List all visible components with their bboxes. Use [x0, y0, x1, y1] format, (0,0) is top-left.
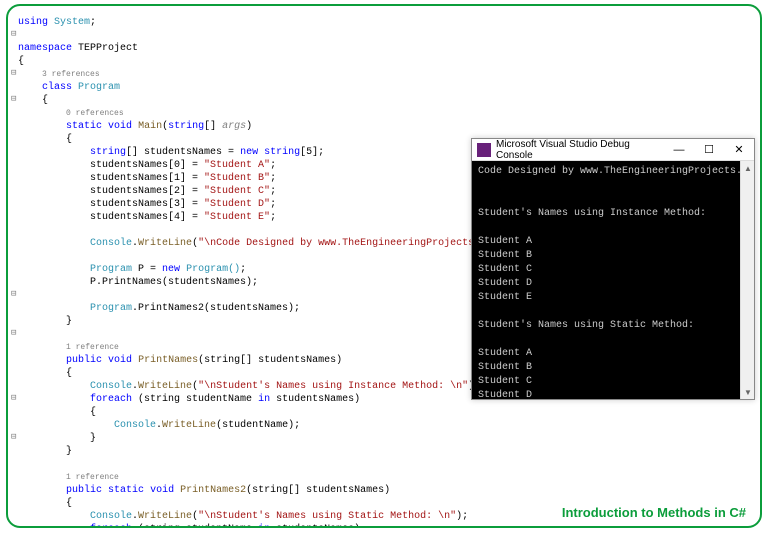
- footer-caption: Introduction to Methods in C#: [562, 505, 746, 520]
- kw-void2: void: [108, 355, 132, 366]
- wl-var: (studentName);: [216, 420, 300, 431]
- out-inst-e: Student E: [478, 292, 532, 303]
- meth-writeline4: WriteLine: [138, 511, 192, 522]
- str-b: "Student B": [204, 173, 270, 184]
- debug-console-window[interactable]: Microsoft Visual Studio Debug Console — …: [471, 138, 755, 400]
- foreach-sig: (string studentName: [132, 394, 258, 405]
- kw-new2: new: [162, 264, 180, 275]
- method-main: Main: [138, 121, 162, 132]
- cls-console3: Console: [114, 420, 156, 431]
- minimize-button[interactable]: —: [664, 139, 694, 160]
- ctor-program: Program(): [186, 264, 240, 275]
- out-inst-a: Student A: [478, 236, 532, 247]
- txt-pvar: P =: [132, 264, 162, 275]
- codelens-1ref-b[interactable]: 1 reference: [66, 473, 119, 482]
- meth-writeline3: WriteLine: [162, 420, 216, 431]
- console-title: Microsoft Visual Studio Debug Console: [496, 139, 664, 161]
- maximize-button[interactable]: ☐: [694, 139, 724, 160]
- cls-console2: Console: [90, 381, 132, 392]
- sym-system: System: [54, 17, 90, 28]
- kw-void3: void: [150, 485, 174, 496]
- foreach-sig2: (string studentName: [132, 524, 258, 528]
- kw-string3: string: [264, 147, 300, 158]
- out-stat-c: Student C: [478, 376, 532, 387]
- str-a: "Student A": [204, 160, 270, 171]
- kw-class: class: [42, 82, 72, 93]
- assign-1: studentsNames[1] =: [90, 173, 204, 184]
- meth-writeline2: WriteLine: [138, 381, 192, 392]
- assign-4: studentsNames[4] =: [90, 212, 204, 223]
- str-e: "Student E": [204, 212, 270, 223]
- kw-string2: string: [90, 147, 126, 158]
- kw-string: string: [168, 121, 204, 132]
- cls-console: Console: [90, 238, 132, 249]
- window-buttons: — ☐ ✕: [664, 139, 754, 160]
- console-output[interactable]: Code Designed by www.TheEngineeringProje…: [472, 161, 740, 399]
- str-c: "Student C": [204, 186, 270, 197]
- kw-void: void: [108, 121, 132, 132]
- call-printnames: P.PrintNames(studentsNames);: [90, 277, 258, 288]
- console-scrollbar[interactable]: ▲ ▼: [740, 161, 754, 399]
- assign-2: studentsNames[2] =: [90, 186, 204, 197]
- cls-program2: Program: [90, 303, 132, 314]
- kw-in2: in: [258, 524, 270, 528]
- foreach-end: studentsNames): [270, 394, 360, 405]
- method-printnames: PrintNames: [138, 355, 198, 366]
- out-inst-d: Student D: [478, 278, 532, 289]
- kw-static2: static: [108, 485, 144, 496]
- kw-in: in: [258, 394, 270, 405]
- sig-printnames: (string[] studentsNames): [198, 355, 342, 366]
- vs-icon: [477, 143, 491, 157]
- out-stat-a: Student A: [478, 348, 532, 359]
- console-titlebar[interactable]: Microsoft Visual Studio Debug Console — …: [472, 139, 754, 161]
- out-stat-b: Student B: [478, 362, 532, 373]
- out-stat-d: Student D: [478, 390, 532, 399]
- out-line-stat-header: Student's Names using Static Method:: [478, 320, 694, 331]
- meth-writeline: WriteLine: [138, 238, 192, 249]
- kw-foreach2: foreach: [90, 524, 132, 528]
- call-printnames2: .PrintNames2(studentsNames);: [132, 303, 300, 314]
- str-static: "\nStudent's Names using Static Method: …: [198, 511, 456, 522]
- codelens-1ref-a[interactable]: 1 reference: [66, 343, 119, 352]
- out-line-designed: Code Designed by www.TheEngineeringProje…: [478, 166, 740, 177]
- kw-using: using: [18, 17, 48, 28]
- codelens-0refs[interactable]: 0 references: [66, 109, 124, 118]
- cls-console4: Console: [90, 511, 132, 522]
- kw-new: new: [240, 147, 258, 158]
- codelens-3refs[interactable]: 3 references: [42, 70, 100, 79]
- scroll-down-icon[interactable]: ▼: [741, 385, 755, 399]
- class-name: Program: [78, 82, 120, 93]
- method-printnames2: PrintNames2: [180, 485, 246, 496]
- str-instance: "\nStudent's Names using Instance Method…: [198, 381, 468, 392]
- sig-printnames2: (string[] studentsNames): [246, 485, 390, 496]
- param-args: args: [222, 121, 246, 132]
- assign-0: studentsNames[0] =: [90, 160, 204, 171]
- out-inst-c: Student C: [478, 264, 532, 275]
- scroll-up-icon[interactable]: ▲: [741, 161, 755, 175]
- kw-public2: public: [66, 485, 102, 496]
- cls-program: Program: [90, 264, 132, 275]
- out-inst-b: Student B: [478, 250, 532, 261]
- kw-foreach: foreach: [90, 394, 132, 405]
- out-line-inst-header: Student's Names using Instance Method:: [478, 208, 706, 219]
- kw-public: public: [66, 355, 102, 366]
- kw-static: static: [66, 121, 102, 132]
- editor-frame: ⊟ ⊟ ⊟ ⊟ ⊟ ⊟ ⊟ using System; namespace TE…: [6, 4, 762, 528]
- foreach-end2: studentsNames): [270, 524, 360, 528]
- close-button[interactable]: ✕: [724, 139, 754, 160]
- assign-3: studentsNames[3] =: [90, 199, 204, 210]
- str-d: "Student D": [204, 199, 270, 210]
- kw-namespace: namespace: [18, 43, 72, 54]
- namespace-name: TEPProject: [78, 43, 138, 54]
